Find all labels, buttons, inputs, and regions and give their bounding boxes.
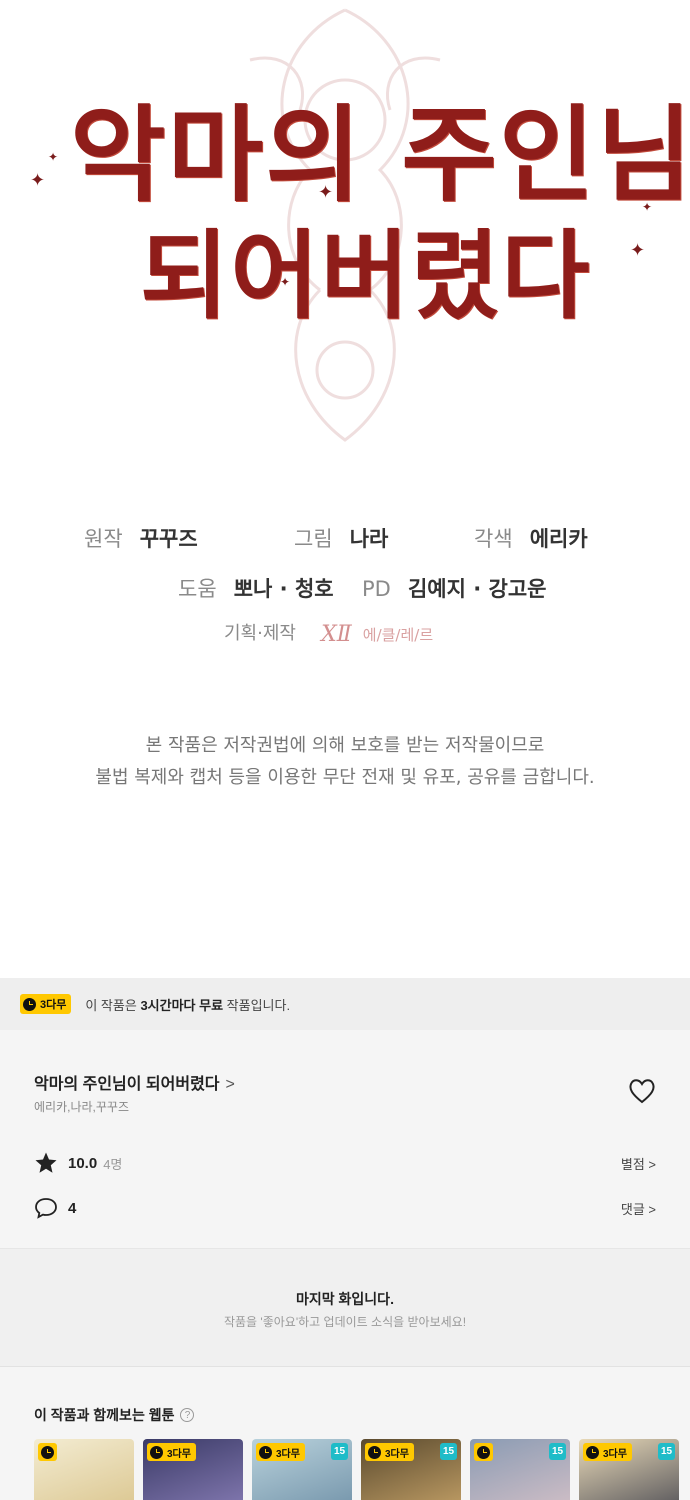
rating-link[interactable]: 별점 >	[621, 1154, 656, 1173]
age-rating-badge: 15	[331, 1443, 348, 1460]
credit-value: 김예지 · 강고운	[407, 577, 547, 601]
sparkle-icon: ✦	[642, 200, 653, 214]
clock-icon	[150, 1445, 163, 1459]
work-title-link[interactable]: 악마의 주인님이 되어버렸다 >	[34, 1070, 235, 1094]
last-episode-title: 마지막 화입니다.	[296, 1291, 394, 1307]
rating-row: 10.0 4명 별점 >	[34, 1150, 656, 1176]
recommendations-heading: 이 작품과 함께보는 웹툰 ?	[34, 1405, 195, 1425]
help-icon[interactable]: ?	[180, 1408, 195, 1422]
recommendation-thumbnail[interactable]: 3다무	[143, 1439, 243, 1500]
credit-label: 각색	[474, 527, 513, 551]
clock-icon	[368, 1445, 381, 1459]
wait-free-badge: 3다무	[20, 994, 72, 1014]
age-rating-badge: 15	[658, 1443, 675, 1460]
credit-value: 뽀나 · 청호	[233, 577, 334, 601]
comments-link[interactable]: 댓글 >	[621, 1199, 656, 1218]
free-text-prefix: 이 작품은	[85, 997, 137, 1013]
age-rating-badge: 15	[440, 1443, 457, 1460]
studio-logo-mark: XⅡ	[321, 622, 352, 647]
title-logo: 악마의 주인님이 되어버렸다 ✦ ✦ ✦ ✦ ✦ ✦	[30, 70, 690, 332]
recommendation-thumbnail[interactable]	[34, 1439, 134, 1500]
sparkle-icon: ✦	[630, 240, 646, 261]
sparkle-icon: ✦	[48, 150, 59, 164]
comments-row: 4 댓글 >	[34, 1195, 656, 1221]
chevron-right-icon: >	[225, 1076, 235, 1093]
last-episode-notice: 마지막 화입니다. 작품을 '좋아요'하고 업데이트 소식을 받아보세요!	[0, 1248, 690, 1366]
badge-label: 3다무	[385, 1448, 409, 1460]
clock-icon	[477, 1445, 490, 1459]
credit-produce: 기획·제작 XⅡ 에/클/레/르	[224, 619, 433, 647]
credit-help: 도움 뽀나 · 청호	[178, 573, 334, 603]
free-banner-text: 이 작품은 3시간마다 무료 작품입니다.	[85, 995, 290, 1014]
free-text-highlight: 3시간마다 무료	[140, 997, 224, 1013]
sparkle-icon: ✦	[318, 182, 334, 203]
recommendation-thumbnail[interactable]: 15	[470, 1439, 570, 1500]
work-title: 악마의 주인님이 되어버렸다	[34, 1076, 220, 1093]
credit-art: 그림 나라	[294, 523, 388, 553]
age-rating-badge: 15	[549, 1443, 566, 1460]
free-text-suffix: 작품입니다.	[226, 997, 291, 1013]
copyright-line-1: 본 작품은 저작권법에 의해 보호를 받는 저작물이므로	[145, 735, 545, 756]
credit-label: 도움	[178, 577, 217, 601]
credit-label: 그림	[294, 527, 333, 551]
clock-icon	[23, 997, 36, 1011]
work-authors: 에리카,나라,꾸꾸즈	[34, 1100, 129, 1114]
badge-label: 3다무	[167, 1448, 191, 1460]
comments-count: 4	[68, 1199, 77, 1217]
free-schedule-banner: 3다무 이 작품은 3시간마다 무료 작품입니다.	[0, 978, 690, 1030]
credit-pd: PD 김예지 · 강고운	[362, 573, 546, 603]
title-cover: 악마의 주인님이 되어버렸다 ✦ ✦ ✦ ✦ ✦ ✦	[0, 0, 690, 470]
rating-count: 4명	[103, 1156, 123, 1172]
studio-name: 에/클/레/르	[362, 626, 434, 644]
credit-value: 나라	[349, 527, 389, 551]
comment-icon	[35, 1198, 57, 1219]
credit-label: 원작	[84, 527, 123, 551]
wait-free-badge: 3다무	[147, 1443, 196, 1461]
badge-label: 3다무	[603, 1448, 627, 1460]
title-line-2: 되어버렸다	[140, 219, 592, 332]
rating-score: 10.0	[68, 1154, 98, 1172]
credit-value: 꾸꾸즈	[139, 527, 198, 551]
recommendation-list: 3다무 3다무 15 3다무 15 15 3다무 15	[34, 1439, 679, 1500]
heart-icon[interactable]	[628, 1078, 656, 1104]
copyright-line-2: 불법 복제와 캡처 등을 이용한 무단 전재 및 유포, 공유를 금합니다.	[95, 767, 595, 788]
clock-icon	[586, 1445, 599, 1459]
recommendation-thumbnail[interactable]: 3다무 15	[361, 1439, 461, 1500]
copyright-notice: 본 작품은 저작권법에 의해 보호를 받는 저작물이므로 불법 복제와 캡처 등…	[0, 730, 690, 794]
recommendation-thumbnail[interactable]: 3다무 15	[579, 1439, 679, 1500]
recommendations-title: 이 작품과 함께보는 웹툰	[34, 1407, 175, 1423]
sparkle-icon: ✦	[280, 275, 291, 289]
wait-free-badge: 3다무	[365, 1443, 414, 1461]
clock-icon	[259, 1445, 272, 1459]
badge-label: 3다무	[40, 999, 67, 1011]
star-icon	[35, 1152, 57, 1173]
credit-value: 에리카	[529, 527, 588, 551]
recommendation-thumbnail[interactable]: 3다무 15	[252, 1439, 352, 1500]
last-episode-subtitle: 작품을 '좋아요'하고 업데이트 소식을 받아보세요!	[223, 1315, 467, 1329]
wait-free-badge	[38, 1443, 57, 1461]
credit-label: 기획·제작	[224, 623, 296, 644]
work-info-card: 악마의 주인님이 되어버렸다 > 에리카,나라,꾸꾸즈 10.0 4명 별점 > …	[0, 1030, 690, 1248]
credit-adapt: 각색 에리카	[474, 523, 588, 553]
wait-free-badge	[474, 1443, 493, 1461]
credit-label: PD	[362, 577, 391, 601]
wait-free-badge: 3다무	[583, 1443, 632, 1461]
wait-free-badge: 3다무	[256, 1443, 305, 1461]
clock-icon	[41, 1445, 54, 1459]
sparkle-icon: ✦	[30, 170, 46, 191]
credit-original: 원작 꾸꾸즈	[84, 523, 198, 553]
recommendations: 이 작품과 함께보는 웹툰 ? 3다무 3다무 15 3다무 15 15 3다무 15	[0, 1366, 690, 1500]
badge-label: 3다무	[276, 1448, 300, 1460]
